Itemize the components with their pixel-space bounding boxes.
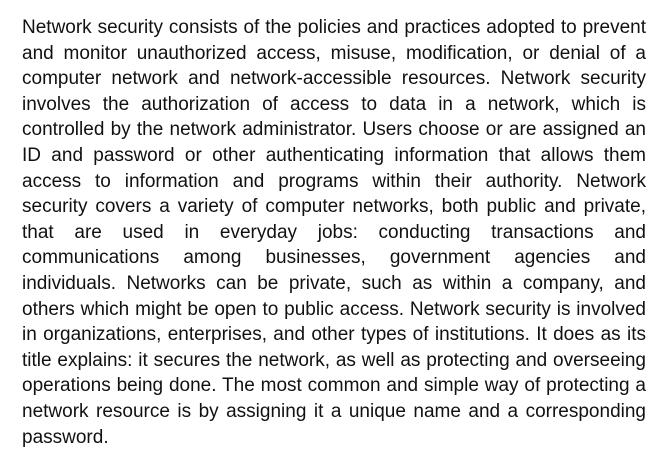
document-page: Network security consists of the policie… <box>0 0 671 466</box>
body-paragraph: Network security consists of the policie… <box>22 17 646 448</box>
